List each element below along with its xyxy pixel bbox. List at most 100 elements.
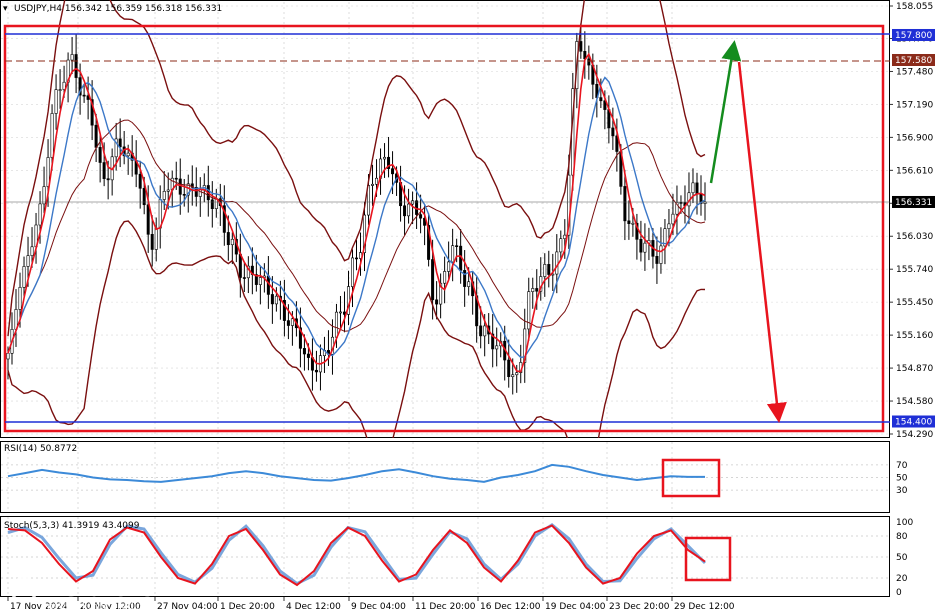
candle-body bbox=[419, 214, 423, 219]
candle-body bbox=[162, 191, 166, 200]
candle-body bbox=[302, 348, 306, 355]
chart-header: USDJPY,H4 156.342 156.359 156.318 156.33… bbox=[14, 4, 222, 14]
candle-body bbox=[655, 256, 659, 264]
candle-body bbox=[495, 345, 499, 350]
y-tick-label: 157.480 bbox=[896, 67, 933, 77]
candle-body bbox=[18, 287, 22, 310]
candle-body bbox=[587, 58, 591, 66]
rsi-tick-label: 70 bbox=[896, 461, 908, 471]
candle-body bbox=[639, 239, 643, 253]
candle-body bbox=[483, 325, 487, 337]
x-tick-label: 9 Dec 04:00 bbox=[351, 602, 406, 612]
candle-body bbox=[146, 204, 150, 235]
x-tick-label: 1 Dec 20:00 bbox=[220, 602, 275, 612]
price-tag-label: 157.580 bbox=[895, 56, 932, 66]
candle-body bbox=[238, 253, 242, 278]
candle-body bbox=[579, 41, 583, 52]
candle-body bbox=[258, 277, 262, 285]
candle-body bbox=[334, 311, 338, 338]
stoch-tick-label: 80 bbox=[896, 532, 908, 542]
candle-body bbox=[182, 194, 186, 196]
x-tick-label: 19 Dec 04:00 bbox=[545, 602, 606, 612]
x-tick-label: 16 Dec 12:00 bbox=[480, 602, 541, 612]
candle-body bbox=[479, 325, 483, 337]
stoch-tick-label: 50 bbox=[896, 553, 908, 563]
candle-body bbox=[431, 259, 435, 301]
rsi-label: RSI(14) 50.8772 bbox=[4, 444, 77, 454]
candle-body bbox=[555, 251, 559, 275]
candle-body bbox=[290, 318, 294, 326]
candle-body bbox=[286, 320, 290, 326]
y-tick-label: 155.740 bbox=[896, 265, 933, 275]
candle-body bbox=[643, 242, 647, 253]
candle-body bbox=[274, 295, 278, 305]
candle-body bbox=[38, 203, 42, 226]
candle-body bbox=[535, 288, 539, 292]
candle-body bbox=[443, 271, 447, 284]
candle-body bbox=[150, 234, 154, 250]
candle-body bbox=[22, 266, 26, 288]
y-axis-stoch: 100 80 50 20 0 bbox=[896, 518, 913, 598]
candle-body bbox=[26, 255, 30, 267]
candle-body bbox=[667, 223, 671, 229]
candle-body bbox=[94, 124, 98, 148]
candle-body bbox=[463, 270, 467, 287]
y-tick-label: 154.580 bbox=[896, 397, 933, 407]
price-tag-label: 157.800 bbox=[895, 31, 932, 41]
candle-body bbox=[467, 281, 471, 287]
candle-body bbox=[511, 374, 515, 377]
y-tick-label: 154.290 bbox=[896, 430, 933, 440]
candle-body bbox=[391, 168, 395, 175]
candle-body bbox=[375, 177, 379, 185]
candle-body bbox=[455, 245, 459, 247]
candle-body bbox=[447, 261, 451, 272]
candle-body bbox=[174, 177, 178, 180]
candle-body bbox=[270, 294, 274, 305]
stoch-tick-label: 100 bbox=[896, 518, 913, 528]
candle-body bbox=[42, 186, 46, 205]
candle-body bbox=[306, 353, 310, 358]
x-tick-label: 11 Dec 20:00 bbox=[415, 602, 476, 612]
candle-body bbox=[54, 89, 58, 114]
candle-body bbox=[411, 200, 415, 205]
candle-body bbox=[138, 173, 142, 189]
y-tick-label: 156.610 bbox=[896, 166, 933, 176]
candle-body bbox=[338, 311, 342, 314]
watermark-brand: instaforex bbox=[42, 577, 168, 602]
y-tick-label: 157.190 bbox=[896, 100, 933, 110]
candle-body bbox=[74, 54, 78, 78]
candle-body bbox=[126, 152, 130, 157]
candle-body bbox=[631, 222, 635, 225]
candle-body bbox=[407, 203, 411, 217]
rsi-panel bbox=[0, 441, 890, 513]
y-tick-label: 156.030 bbox=[896, 232, 933, 242]
candle-body bbox=[515, 372, 519, 376]
y-tick-label: 156.900 bbox=[896, 133, 933, 143]
candle-body bbox=[106, 178, 110, 181]
candle-body bbox=[451, 245, 455, 263]
candle-body bbox=[50, 113, 54, 158]
candle-body bbox=[627, 220, 631, 224]
candle-body bbox=[82, 94, 86, 97]
x-tick-label: 29 Dec 12:00 bbox=[674, 602, 735, 612]
candle-body bbox=[383, 156, 387, 160]
candle-body bbox=[695, 182, 699, 195]
candle-body bbox=[210, 199, 214, 209]
candle-body bbox=[98, 147, 102, 163]
price-tag-label: 154.400 bbox=[895, 417, 932, 427]
candle-body bbox=[350, 257, 354, 287]
candle-body bbox=[6, 352, 10, 360]
candle-body bbox=[118, 138, 122, 148]
stoch-label: Stoch(5,3,3) 41.3919 43.4099 bbox=[4, 521, 140, 531]
x-tick-label: 23 Dec 20:00 bbox=[609, 602, 670, 612]
candle-body bbox=[70, 54, 74, 61]
y-tick-label: 155.160 bbox=[896, 331, 933, 341]
candle-body bbox=[691, 182, 695, 194]
candle-body bbox=[599, 97, 603, 102]
y-tick-label: 155.450 bbox=[896, 298, 933, 308]
chart-root: 158.055157.770157.480157.190156.900156.6… bbox=[0, 0, 935, 612]
watermark-tagline: Instant Forex Trading bbox=[44, 601, 149, 612]
candle-body bbox=[679, 202, 683, 204]
candle-body bbox=[58, 89, 62, 91]
dropdown-arrow-icon[interactable]: ▾ bbox=[3, 4, 8, 14]
